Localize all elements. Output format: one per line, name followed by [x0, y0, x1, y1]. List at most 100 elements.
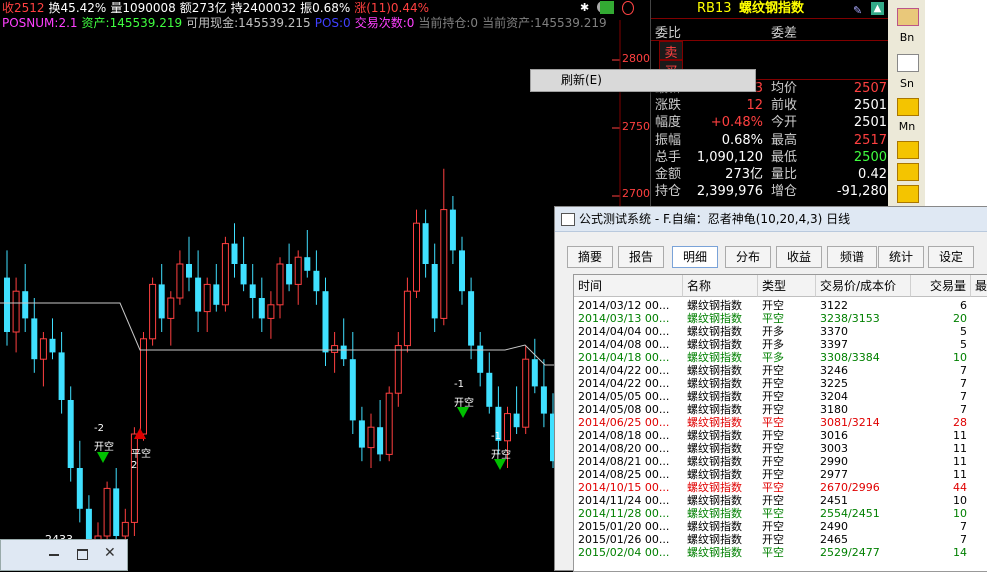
cell-type: 平空 [762, 312, 784, 325]
period5-icon[interactable] [897, 163, 919, 181]
table-row[interactable]: 2014/08/18 00... 螺纹钢指数 开空 3016 11 [574, 429, 987, 442]
quote-header: RB13 螺纹钢指数 ✎ ▲ [651, 0, 889, 19]
cell-qty: 20 [953, 312, 967, 325]
cell-type: 平空 [762, 507, 784, 520]
tab-settings[interactable]: 设定 [928, 246, 974, 268]
tab-report[interactable]: 报告 [618, 246, 664, 268]
table-row[interactable]: 2015/02/04 00... 螺纹钢指数 平空 2529/2477 14 [574, 546, 987, 559]
table-row[interactable]: 2014/11/24 00... 螺纹钢指数 开空 2451 10 [574, 494, 987, 507]
pin-icon[interactable]: ✎ [853, 2, 865, 17]
table-row[interactable]: 2014/03/12 00... 螺纹钢指数 开空 3122 6 [574, 299, 987, 312]
tool-bn[interactable]: Bn [897, 30, 917, 46]
table-row[interactable]: 2014/08/25 00... 螺纹钢指数 开空 2977 11 [574, 468, 987, 481]
cell-price: 3225 [820, 377, 848, 390]
cell-time: 2015/02/04 00... [578, 546, 670, 559]
minimized-window[interactable]: ✕ [0, 539, 128, 571]
table-row[interactable]: 2015/01/26 00... 螺纹钢指数 开空 2465 7 [574, 533, 987, 546]
candle [58, 332, 65, 414]
candle [385, 386, 393, 462]
chart-tool-icon[interactable] [897, 54, 919, 72]
tool-sn[interactable]: Sn [897, 76, 917, 92]
table-row[interactable]: 2015/01/20 00... 螺纹钢指数 开空 2490 7 [574, 520, 987, 533]
candle-body [31, 318, 38, 360]
col-name[interactable]: 名称 [683, 275, 758, 297]
cell-time: 2014/03/12 00... [578, 299, 670, 312]
cell-time: 2014/11/28 00... [578, 507, 670, 520]
cell-qty: 11 [953, 468, 967, 481]
tab-statistics[interactable]: 统计 [878, 246, 924, 268]
table-row[interactable]: 2014/08/20 00... 螺纹钢指数 开空 3003 11 [574, 442, 987, 455]
alert-icon[interactable] [622, 1, 634, 15]
context-menu[interactable]: 刷新(E) [530, 69, 756, 92]
candle-body [140, 338, 147, 435]
cell-name: 螺纹钢指数 [687, 546, 742, 559]
table-row[interactable]: 2014/11/28 00... 螺纹钢指数 平空 2554/2451 10 [574, 507, 987, 520]
candle-body [468, 291, 475, 346]
window-title-bar[interactable]: 公式测试系统 - F.自编：忍者神龟(10,20,4,3) 日线 [555, 207, 987, 232]
sell-signal-arrow [97, 452, 109, 463]
cell-price: 3308/3384 [820, 351, 880, 364]
maximize-icon[interactable] [77, 549, 88, 560]
quote-label: 增仓 [771, 184, 798, 200]
period3-icon[interactable] [897, 141, 919, 159]
map-icon[interactable] [600, 1, 614, 14]
table-row[interactable]: 2014/04/22 00... 螺纹钢指数 开空 3246 7 [574, 364, 987, 377]
trade-detail-table[interactable]: 时间 名称 类型 交易价/成本价 交易量 最 2014/03/12 00... 螺… [573, 274, 987, 572]
cell-time: 2014/03/13 00... [578, 312, 670, 325]
quote-value: 1,090,120 [696, 149, 763, 165]
cell-type: 开多 [762, 338, 784, 351]
table-row[interactable]: 2014/05/05 00... 螺纹钢指数 开空 3204 7 [574, 390, 987, 403]
table-row[interactable]: 2014/06/25 00... 螺纹钢指数 平空 3081/3214 28 [574, 416, 987, 429]
candle [340, 318, 347, 366]
period1-icon[interactable] [897, 98, 919, 116]
candle [394, 332, 402, 407]
gear-icon[interactable]: ✱ [580, 1, 592, 14]
col-price[interactable]: 交易价/成本价 [816, 275, 911, 297]
close-icon[interactable]: ✕ [104, 545, 116, 561]
cell-qty: 7 [960, 403, 967, 416]
tab-summary[interactable]: 摘要 [567, 246, 613, 268]
candle-body [377, 427, 384, 455]
candle [22, 264, 29, 332]
col-time[interactable]: 时间 [574, 275, 683, 297]
formula-test-window[interactable]: 公式测试系统 - F.自编：忍者神龟(10,20,4,3) 日线 摘要 报告 明… [554, 206, 987, 572]
tab-detail[interactable]: 明细 [672, 246, 718, 268]
cell-price: 3016 [820, 429, 848, 442]
tab-profit[interactable]: 收益 [776, 246, 822, 268]
cell-price: 2465 [820, 533, 848, 546]
col-qty[interactable]: 交易量 [911, 275, 971, 297]
menu-item-refresh[interactable]: 刷新(E) [561, 70, 602, 91]
table-row[interactable]: 2014/04/18 00... 螺纹钢指数 平多 3308/3384 10 [574, 351, 987, 364]
cell-time: 2014/08/21 00... [578, 455, 670, 468]
cell-price: 2529/2477 [820, 546, 880, 559]
table-row[interactable]: 2014/05/08 00... 螺纹钢指数 开空 3180 7 [574, 403, 987, 416]
candle-body [459, 250, 465, 292]
col-more[interactable]: 最 [971, 275, 987, 297]
cell-price: 3397 [820, 338, 848, 351]
cell-name: 螺纹钢指数 [687, 403, 742, 416]
cell-qty: 5 [960, 325, 967, 338]
tool-mn[interactable]: Mn [897, 119, 917, 135]
restore-icon[interactable] [49, 554, 59, 556]
table-row[interactable]: 2014/10/15 00... 螺纹钢指数 平空 2670/2996 44 [574, 481, 987, 494]
cell-time: 2015/01/26 00... [578, 533, 670, 546]
candle [449, 196, 456, 264]
table-row[interactable]: 2014/03/13 00... 螺纹钢指数 平空 3238/3153 20 [574, 312, 987, 325]
table-row[interactable]: 2014/04/04 00... 螺纹钢指数 开多 3370 5 [574, 325, 987, 338]
table-row[interactable]: 2014/04/22 00... 螺纹钢指数 开空 3225 7 [574, 377, 987, 390]
quote-value: 0.68% [721, 132, 763, 148]
candle [531, 338, 538, 394]
table-row[interactable]: 2014/08/21 00... 螺纹钢指数 开空 2990 11 [574, 455, 987, 468]
tab-distribution[interactable]: 分布 [725, 246, 771, 268]
cell-qty: 10 [953, 494, 967, 507]
candle [231, 223, 238, 278]
period6-icon[interactable] [897, 185, 919, 203]
tab-spectrum[interactable]: 频谱 [827, 246, 877, 268]
collapse-icon[interactable]: ▲ [871, 2, 884, 15]
bid-diff-label: 委差 [771, 26, 798, 41]
col-type[interactable]: 类型 [758, 275, 816, 297]
quote-tool-icon[interactable] [897, 8, 919, 26]
table-row[interactable]: 2014/04/08 00... 螺纹钢指数 开多 3397 5 [574, 338, 987, 351]
candle-body [486, 372, 493, 407]
quote-label: 涨跌 [655, 98, 682, 114]
